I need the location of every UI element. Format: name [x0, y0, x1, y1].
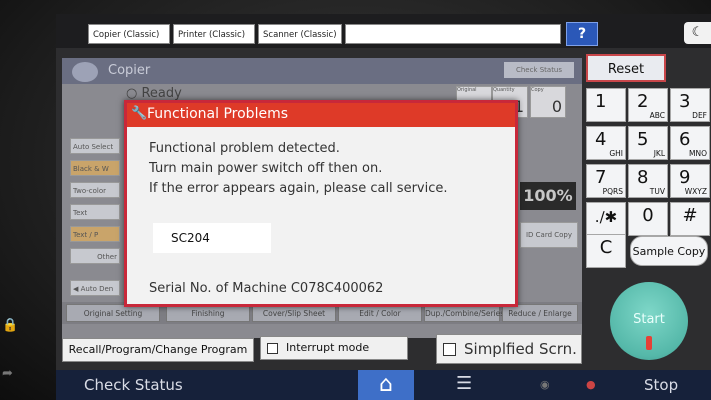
- dialog-title: Functional Problems: [147, 106, 288, 122]
- functional-problems-dialog: 🔧 Functional Problems Functional problem…: [124, 100, 518, 307]
- reset-button[interactable]: Reset: [586, 54, 666, 82]
- key-0[interactable]: 0: [628, 202, 668, 236]
- key-9[interactable]: 9 WXYZ: [670, 164, 710, 198]
- simplified-screen-button[interactable]: Simplfied Scrn.: [436, 334, 582, 364]
- auto-density-label: Auto Den: [80, 285, 114, 293]
- check-status-button[interactable]: Check Status: [84, 376, 183, 394]
- tab-printer-classic[interactable]: Printer (Classic): [173, 24, 255, 44]
- start-button[interactable]: Start: [610, 282, 688, 360]
- interrupt-checkbox[interactable]: [267, 342, 278, 354]
- text-photo-button[interactable]: Text / P: [70, 226, 120, 242]
- key-digit: 7: [595, 167, 607, 188]
- id-card-copy-button[interactable]: ID Card Copy: [520, 222, 578, 248]
- counter-label: Original: [457, 87, 477, 93]
- key-4[interactable]: 4 GHI: [586, 126, 626, 160]
- text-button[interactable]: Text: [70, 204, 120, 220]
- key-8[interactable]: 8 TUV: [628, 164, 668, 198]
- copier-check-button[interactable]: Check Status: [504, 62, 574, 78]
- start-label: Start: [633, 312, 665, 327]
- error-indicator-icon: ●: [586, 378, 596, 391]
- key-letters: MNO: [689, 149, 707, 158]
- interrupt-label: Interrupt mode: [286, 341, 370, 354]
- dialog-message-line: If the error appears again, please call …: [149, 181, 448, 196]
- simplified-checkbox[interactable]: [443, 343, 456, 356]
- ratio-display: 100%: [520, 182, 576, 210]
- recall-program-button[interactable]: Recall/Program/Change Program: [62, 338, 254, 362]
- key-digit: C: [599, 237, 613, 258]
- key-digit: 8: [637, 167, 649, 188]
- counter-label: Quantity: [493, 87, 515, 93]
- key-1[interactable]: 1: [586, 88, 626, 122]
- copier-header: Copier Check Status: [62, 58, 582, 84]
- help-button[interactable]: ?: [566, 22, 598, 46]
- key-letters: GHI: [609, 149, 623, 158]
- app-switch-field[interactable]: [345, 24, 561, 44]
- ready-text: Ready: [141, 86, 182, 101]
- key-letters: PQRS: [602, 187, 623, 196]
- key-digit: 3: [679, 91, 691, 112]
- key-digit: 9: [679, 167, 691, 188]
- top-bar: Copier (Classic) Printer (Classic) Scann…: [56, 14, 711, 48]
- two-color-button[interactable]: Two-color: [70, 182, 120, 198]
- login-icon: ➦: [2, 366, 13, 381]
- key-letters: DEF: [692, 111, 707, 120]
- copy-counter: Copy 0: [530, 86, 566, 118]
- key-digit: 1: [595, 91, 607, 112]
- dialog-message-line: Functional problem detected.: [149, 141, 340, 156]
- home-icon[interactable]: ⌂: [358, 370, 414, 400]
- key-letters: JKL: [653, 149, 665, 158]
- key-digit: #: [682, 205, 698, 226]
- tab-copier-classic[interactable]: Copier (Classic): [88, 24, 170, 44]
- error-code: SC204: [153, 223, 271, 253]
- key-clear[interactable]: C: [586, 234, 626, 268]
- key-5[interactable]: 5 JKL: [628, 126, 668, 160]
- other-button[interactable]: Other: [70, 248, 120, 264]
- ready-status: ○ Ready: [126, 86, 182, 101]
- sample-copy-button[interactable]: Sample Copy: [630, 236, 708, 266]
- key-digit: 4: [595, 129, 607, 150]
- copier-title: Copier: [108, 63, 151, 78]
- key-7[interactable]: 7 PQRS: [586, 164, 626, 198]
- counter-value: 0: [551, 97, 562, 116]
- key-letters: TUV: [649, 187, 665, 196]
- auto-select-button[interactable]: Auto Select: [70, 138, 120, 154]
- key-2[interactable]: 2 ABC: [628, 88, 668, 122]
- interrupt-mode-button[interactable]: Interrupt mode: [260, 336, 408, 360]
- touch-screen: Copier (Classic) Printer (Classic) Scann…: [56, 14, 711, 400]
- auto-density-button[interactable]: ◀ Auto Den: [70, 280, 120, 296]
- tab-scanner-classic[interactable]: Scanner (Classic): [258, 24, 342, 44]
- start-indicator: [646, 336, 652, 350]
- key-digit: 6: [679, 129, 691, 150]
- lock-icon: 🔒: [2, 318, 19, 333]
- counter-label: Copy: [531, 87, 544, 93]
- key-digit: 5: [637, 129, 649, 150]
- copier-icon: [72, 62, 98, 82]
- dialog-message-line: Turn main power switch off then on.: [149, 161, 383, 176]
- simplified-label: Simplfied Scrn.: [464, 340, 577, 358]
- key-digit: .∕✱: [594, 208, 618, 226]
- key-hash[interactable]: #: [670, 202, 710, 236]
- energy-saver-icon[interactable]: ☾: [684, 22, 711, 44]
- key-dot-star[interactable]: .∕✱: [586, 202, 626, 236]
- menu-icon[interactable]: ☰: [456, 373, 472, 394]
- black-white-button[interactable]: Black & W: [70, 160, 120, 176]
- key-digit: 2: [637, 91, 649, 112]
- key-6[interactable]: 6 MNO: [670, 126, 710, 160]
- key-3[interactable]: 3 DEF: [670, 88, 710, 122]
- data-in-icon: ◉: [540, 378, 550, 391]
- key-letters: WXYZ: [684, 187, 707, 196]
- stop-button[interactable]: Stop: [644, 376, 678, 394]
- dialog-header: 🔧 Functional Problems: [127, 103, 515, 127]
- serial-number: Serial No. of Machine C078C400062: [149, 281, 384, 296]
- key-letters: ABC: [649, 111, 665, 120]
- wrench-icon: 🔧: [131, 106, 148, 121]
- bottom-bar: Check Status ⌂ ☰ ◉ ● Stop: [56, 370, 711, 400]
- key-digit: 0: [642, 205, 654, 226]
